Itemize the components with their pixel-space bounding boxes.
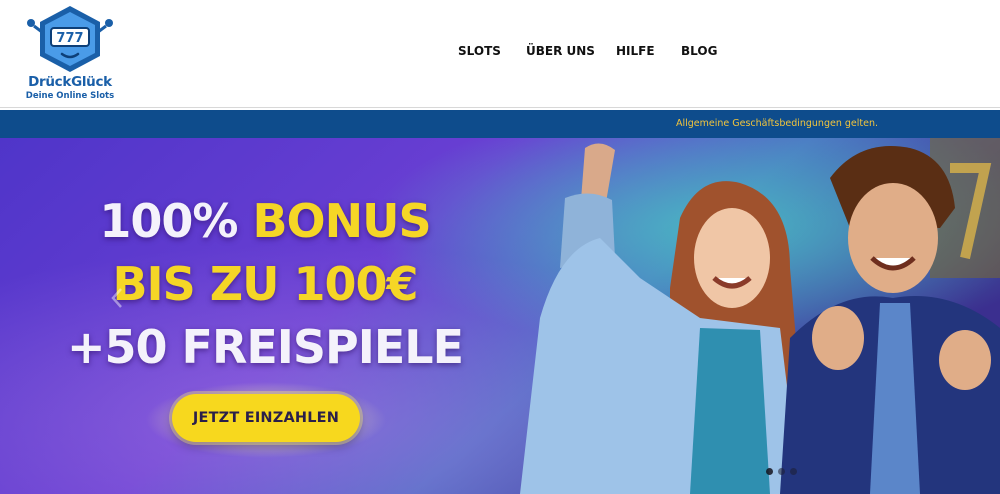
logo-reels-text: 777 [56,31,83,46]
slider-dot-3[interactable] [790,468,797,475]
hero-line-1: 100% BONUS [0,198,530,244]
brand-name: DrückGlück [28,74,112,90]
nav-item-ueber-uns[interactable]: ÜBER UNS [526,44,595,58]
slider-pagination [766,468,797,475]
slider-dot-2[interactable] [778,468,785,475]
hero-line-2: BIS ZU 100€ [112,257,418,311]
deposit-now-button[interactable]: JETZT EINZAHLEN [172,394,360,442]
slider-prev-arrow-icon[interactable] [110,286,124,310]
brand-tagline: Deine Online Slots [25,91,115,101]
slot-robot-icon: 777 [27,6,113,72]
hero-line-3: +50 FREISPIELE [66,320,464,374]
slider-dot-1[interactable] [766,468,773,475]
nav-item-slots[interactable]: SLOTS [458,44,501,58]
hero-background-image [0,138,1000,494]
brand-logo[interactable]: 777 DrückGlück Deine Online Slots [20,4,120,104]
terms-notice: Allgemeine Geschäftsbedingungen gelten. [675,118,878,129]
hero-slider: 100% BONUS BIS ZU 100€ +50 FREISPIELE JE… [0,138,1000,494]
hero-line-1-bonus: BONUS [252,194,431,248]
site-header: 777 DrückGlück Deine Online Slots SLOTS … [0,0,1000,108]
nav-item-blog[interactable]: BLOG [681,44,717,58]
hero-line-1-percent: 100% [99,194,253,248]
nav-item-hilfe[interactable]: HILFE [616,44,655,58]
terms-bar: Allgemeine Geschäftsbedingungen gelten. [0,110,1000,138]
